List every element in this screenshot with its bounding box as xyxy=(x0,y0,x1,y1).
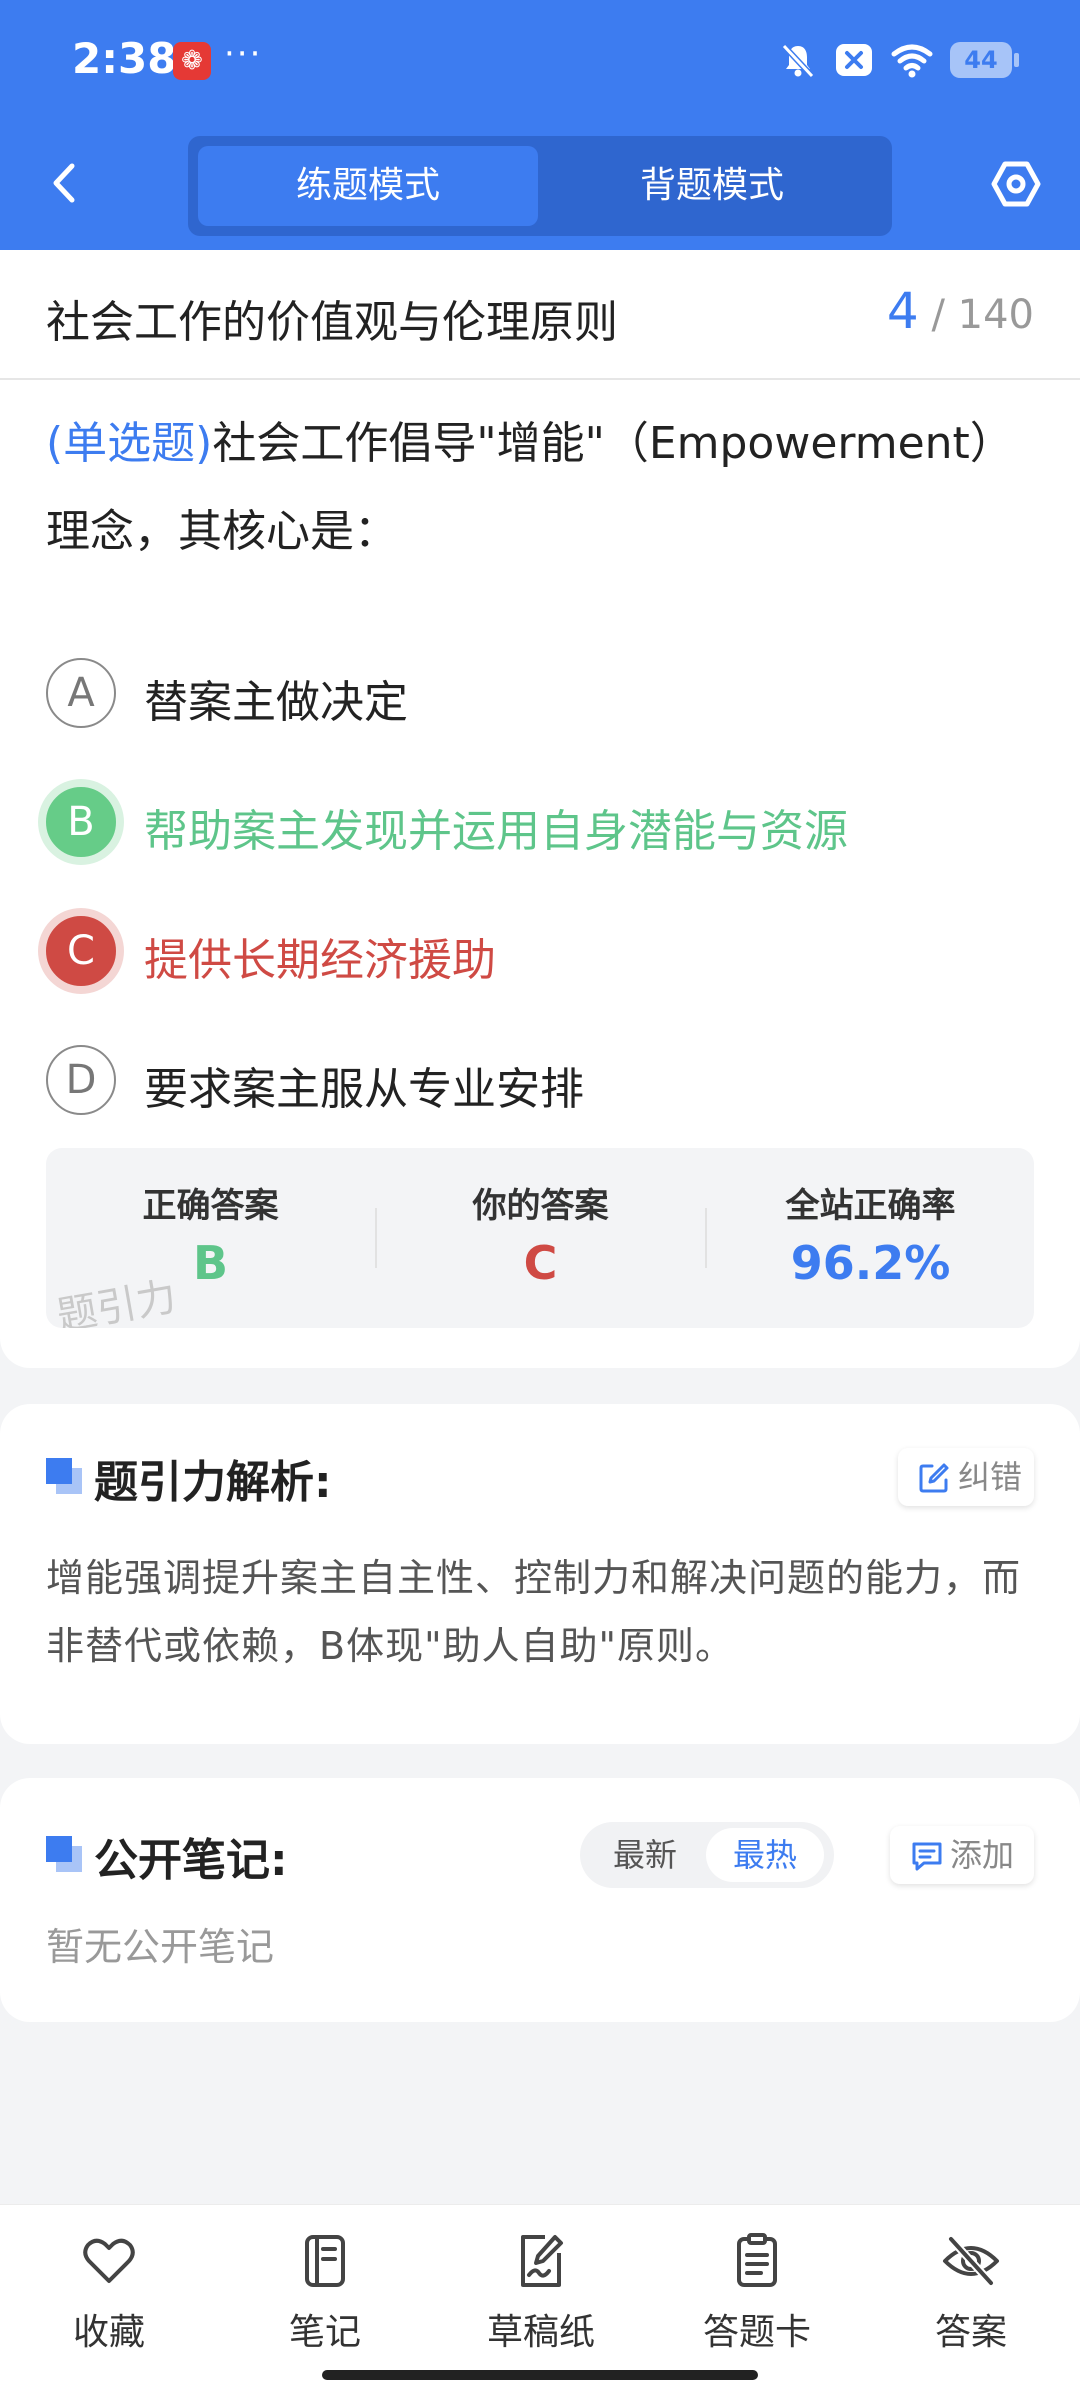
notes-sort-toggle: 最新 最热 xyxy=(580,1822,834,1888)
battery-indicator: 44 xyxy=(950,42,1019,78)
draft-paper-icon xyxy=(521,2235,563,2287)
app-header: 2:38 ❁ ··· 44 练题模式 背题模式 xyxy=(0,0,1080,250)
option-letter: D xyxy=(46,1045,116,1115)
chapter-bar: 社会工作的价值观与伦理原则 4 / 140 xyxy=(0,250,1080,380)
notes-title: 公开笔记: xyxy=(94,1835,288,1886)
answer-card-icon xyxy=(737,2233,777,2287)
status-more-dots: ··· xyxy=(224,34,263,74)
option-d[interactable]: D 要求案主服从专业安排 xyxy=(46,1045,1036,1121)
analysis-card: 题引力解析: 纠错 增能强调提升案主自主性、控制力和解决问题的能力，而非替代或依… xyxy=(0,1404,1080,1744)
section-squares-icon xyxy=(46,1458,82,1494)
nav-label: 答案 xyxy=(934,2312,1007,2353)
your-answer-col: 你的答案 C xyxy=(376,1148,705,1328)
heart-icon xyxy=(83,2238,135,2283)
question-progress: 4 / 140 xyxy=(887,282,1034,340)
nav-label: 答题卡 xyxy=(702,2312,811,2353)
accuracy-col: 全站正确率 96.2% xyxy=(706,1148,1034,1328)
add-note-button[interactable]: 添加 xyxy=(890,1826,1034,1884)
mode-switch: 练题模式 背题模式 xyxy=(188,136,892,236)
nav-answer-card[interactable]: 答题卡 xyxy=(672,2231,842,2361)
option-letter: B xyxy=(46,787,116,857)
progress-total: 140 xyxy=(957,292,1034,338)
nav-favorite[interactable]: 收藏 xyxy=(24,2231,194,2361)
option-text: 提供长期经济援助 xyxy=(144,935,496,986)
accuracy-label: 全站正确率 xyxy=(785,1186,956,1226)
option-letter: C xyxy=(46,916,116,986)
option-text: 帮助案主发现并运用自身潜能与资源 xyxy=(144,806,848,857)
eye-off-icon xyxy=(943,2236,999,2286)
status-time: 2:38 xyxy=(72,34,177,83)
nav-label: 草稿纸 xyxy=(486,2312,595,2353)
answer-summary: 正确答案 B 你的答案 C 全站正确率 96.2% 题引力 xyxy=(46,1148,1034,1328)
question-type: (单选题) xyxy=(46,418,213,469)
tab-memorize-mode[interactable]: 背题模式 xyxy=(542,146,882,226)
nav-show-answer[interactable]: 答案 xyxy=(886,2231,1056,2361)
tab-practice-mode[interactable]: 练题模式 xyxy=(198,146,538,226)
option-c[interactable]: C 提供长期经济援助 xyxy=(46,916,1036,992)
sort-hot[interactable]: 最热 xyxy=(706,1828,824,1882)
bell-off-icon xyxy=(781,43,815,79)
option-b[interactable]: B 帮助案主发现并运用自身潜能与资源 xyxy=(46,787,1036,863)
notebook-icon xyxy=(305,2235,345,2287)
option-text: 要求案主服从专业安排 xyxy=(144,1064,584,1115)
chapter-title: 社会工作的价值观与伦理原则 xyxy=(46,297,618,348)
wifi-icon xyxy=(891,44,933,78)
comment-icon xyxy=(912,1842,942,1871)
notes-card: 公开笔记: 最新 最热 添加 暂无公开笔记 xyxy=(0,1778,1080,2022)
progress-current: 4 xyxy=(886,282,919,340)
question-stem: (单选题)社会工作倡导"增能"（Empowerment）理念，其核心是： xyxy=(46,400,1036,576)
analysis-title: 题引力解析: xyxy=(94,1457,332,1508)
correct-answer-label: 正确答案 xyxy=(142,1186,279,1226)
section-squares-icon xyxy=(46,1836,82,1872)
progress-separator: / xyxy=(931,292,945,338)
your-answer-label: 你的答案 xyxy=(472,1186,609,1226)
netease-music-icon: ❁ xyxy=(173,42,211,80)
option-text: 替案主做决定 xyxy=(144,677,408,728)
analysis-text: 增能强调提升案主自主性、控制力和解决问题的能力，而非替代或依赖，B体现"助人自助… xyxy=(46,1556,1022,1668)
home-indicator[interactable] xyxy=(322,2370,758,2380)
back-chevron-icon[interactable] xyxy=(40,158,90,208)
question-card: 社会工作的价值观与伦理原则 4 / 140 (单选题)社会工作倡导"增能"（Em… xyxy=(0,250,1080,1368)
option-a[interactable]: A 替案主做决定 xyxy=(46,658,1036,734)
report-error-button[interactable]: 纠错 xyxy=(898,1448,1034,1506)
sort-latest[interactable]: 最新 xyxy=(590,1822,700,1888)
nav-draft[interactable]: 草稿纸 xyxy=(456,2231,626,2361)
edit-icon xyxy=(919,1463,949,1493)
accuracy-value: 96.2% xyxy=(790,1236,951,1290)
nav-label: 笔记 xyxy=(288,2312,361,2353)
status-icons: 44 xyxy=(778,40,1019,80)
settings-hexagon-icon[interactable] xyxy=(990,158,1042,210)
option-letter: A xyxy=(46,658,116,728)
no-sim-icon xyxy=(836,44,872,76)
add-note-label: 添加 xyxy=(950,1836,1015,1874)
nav-notes[interactable]: 笔记 xyxy=(240,2231,410,2361)
your-answer-value: C xyxy=(523,1236,558,1290)
nav-label: 收藏 xyxy=(72,2312,145,2353)
report-error-label: 纠错 xyxy=(958,1458,1023,1496)
empty-notes-text: 暂无公开笔记 xyxy=(46,1925,275,1969)
